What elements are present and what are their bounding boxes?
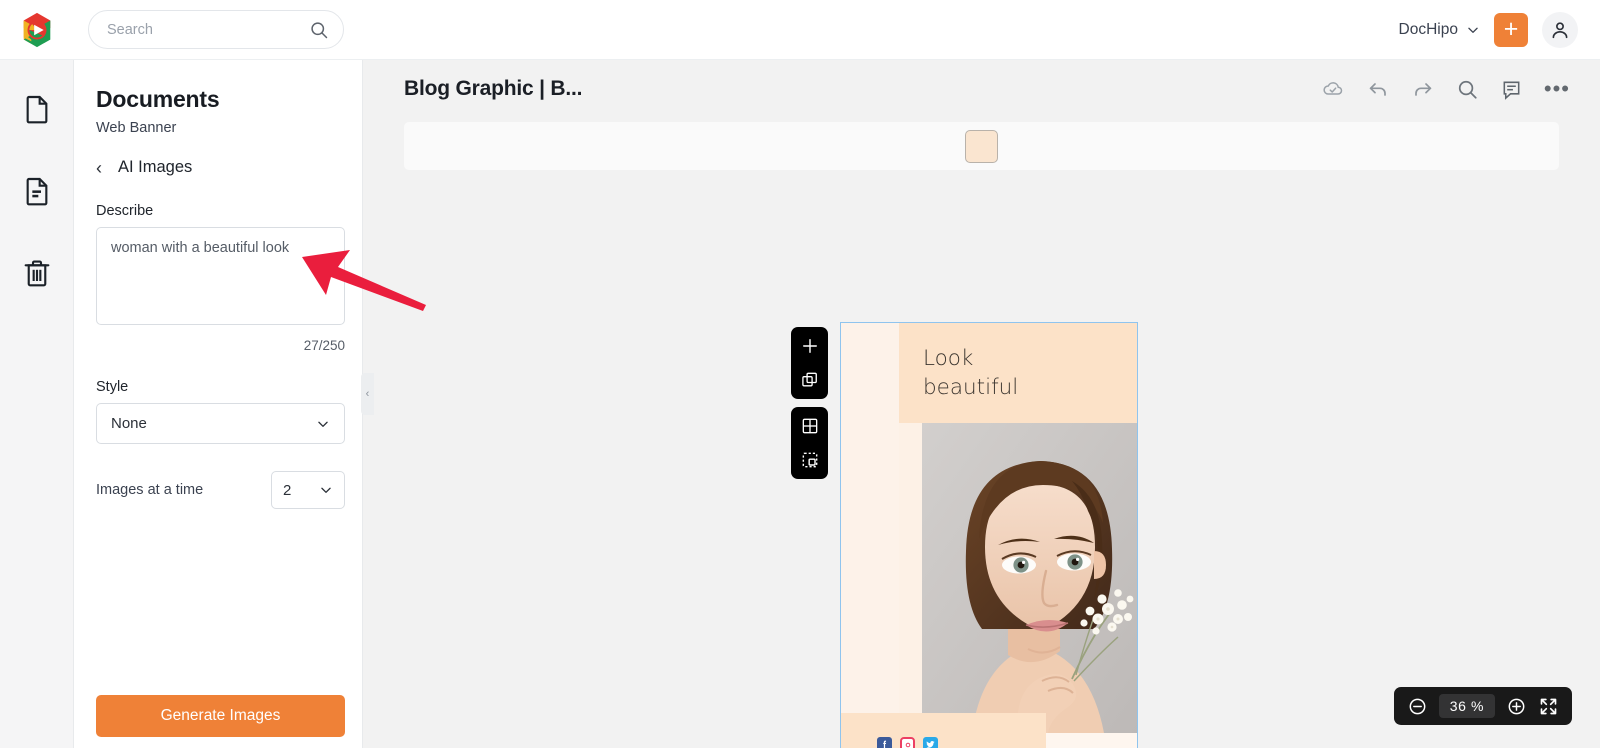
page-tools-group-two [791,407,828,479]
dochipo-hexagon-logo [23,12,51,47]
style-label: Style [96,379,129,395]
canvas-area: TIPS FOR HEALTH & BEAUTY Look beautiful [363,170,1600,748]
editor-area: Blog Graphic | B... ••• Look beautiful 3… [363,60,1600,748]
page-tools [791,327,828,479]
person-icon [1552,21,1568,38]
cloud-saved-icon[interactable] [1321,77,1345,101]
generate-images-button[interactable]: Generate Images [96,695,345,737]
canvas-bottom-band [841,713,1046,748]
page-tools-group-one [791,327,828,399]
zoom-level-value[interactable]: 36 % [1438,694,1495,718]
zoom-in-icon[interactable] [1506,696,1527,717]
comment-icon[interactable] [1500,78,1523,101]
sidebar-item-documents[interactable] [10,82,64,136]
editor-header-actions: ••• [1321,77,1570,101]
app-root: DocHipo + [0,0,1600,748]
panel-collapse-handle[interactable]: ‹ [361,373,374,415]
describe-textarea[interactable] [96,227,345,325]
page-title: Documents [96,86,220,112]
add-page-icon[interactable] [799,335,821,357]
style-value: None [111,415,147,432]
style-select[interactable]: None [96,403,345,444]
editor-header: Blog Graphic | B... ••• [363,60,1600,118]
grid-layout-icon[interactable] [799,415,821,437]
fill-color-swatch[interactable] [965,129,998,163]
document-canvas[interactable]: TIPS FOR HEALTH & BEAUTY Look beautiful [840,322,1138,748]
sidebar-item-trash[interactable] [10,246,64,300]
fullscreen-icon[interactable] [1538,696,1559,717]
images-at-a-time-row: Images at a time 2 [96,471,345,509]
chevron-down-icon [1468,27,1478,33]
images-at-a-time-label: Images at a time [96,482,204,498]
element-toolbar [404,122,1559,170]
document-lines-icon [26,177,47,206]
left-rail [0,60,74,748]
create-new-button[interactable]: + [1494,12,1528,47]
character-counter: 27/250 [303,338,345,353]
more-options-button[interactable]: ••• [1544,78,1570,100]
crop-resize-icon[interactable] [799,449,821,471]
search-input[interactable] [107,21,309,38]
top-bar: DocHipo + [0,0,1600,60]
chevron-down-icon [321,487,331,493]
zoom-out-icon[interactable] [1407,696,1428,717]
document-title: Blog Graphic | B... [404,77,583,100]
undo-icon[interactable] [1366,77,1390,101]
ai-images-panel: Documents Web Banner ‹ AI Images Describ… [74,60,363,748]
plus-icon: + [1503,15,1519,43]
canvas-left-strip [841,323,899,713]
search-icon [311,21,328,38]
back-to-ai-images[interactable]: ‹ AI Images [96,158,340,177]
instagram-icon[interactable] [900,737,915,748]
top-bar-right: DocHipo + [1399,11,1600,48]
facebook-icon[interactable] [877,737,892,748]
canvas-social-icons [877,737,938,748]
workspace-label: DocHipo [1398,20,1458,38]
images-at-a-time-value: 2 [283,481,292,499]
panel-subtitle: Web Banner [96,120,177,136]
global-search[interactable] [88,10,344,49]
chevron-left-icon: ‹ [96,157,102,178]
sidebar-item-templates[interactable] [10,164,64,218]
canvas-headline-band: Look beautiful [899,323,1137,423]
workspace-selector[interactable]: DocHipo [1399,21,1480,39]
account-avatar-button[interactable] [1542,11,1578,48]
twitter-icon[interactable] [923,737,938,748]
trash-icon [24,260,49,287]
canvas-headline: Look beautiful [923,345,1018,402]
search-icon[interactable] [1456,78,1479,101]
canvas-headline-line2: beautiful [923,374,1019,400]
canvas-photo[interactable] [922,423,1137,733]
describe-label: Describe [96,203,154,219]
app-logo[interactable] [0,11,74,49]
back-label: AI Images [118,158,193,176]
canvas-headline-line1: Look [923,346,974,371]
zoom-controls: 36 % [1393,687,1572,725]
redo-icon[interactable] [1411,77,1435,101]
page-icon [26,95,47,124]
duplicate-page-icon[interactable] [799,369,821,391]
woman-portrait-image [922,423,1137,733]
chevron-down-icon [318,421,328,427]
canvas-bottom-white-block [1046,733,1137,748]
images-at-a-time-select[interactable]: 2 [271,471,345,509]
